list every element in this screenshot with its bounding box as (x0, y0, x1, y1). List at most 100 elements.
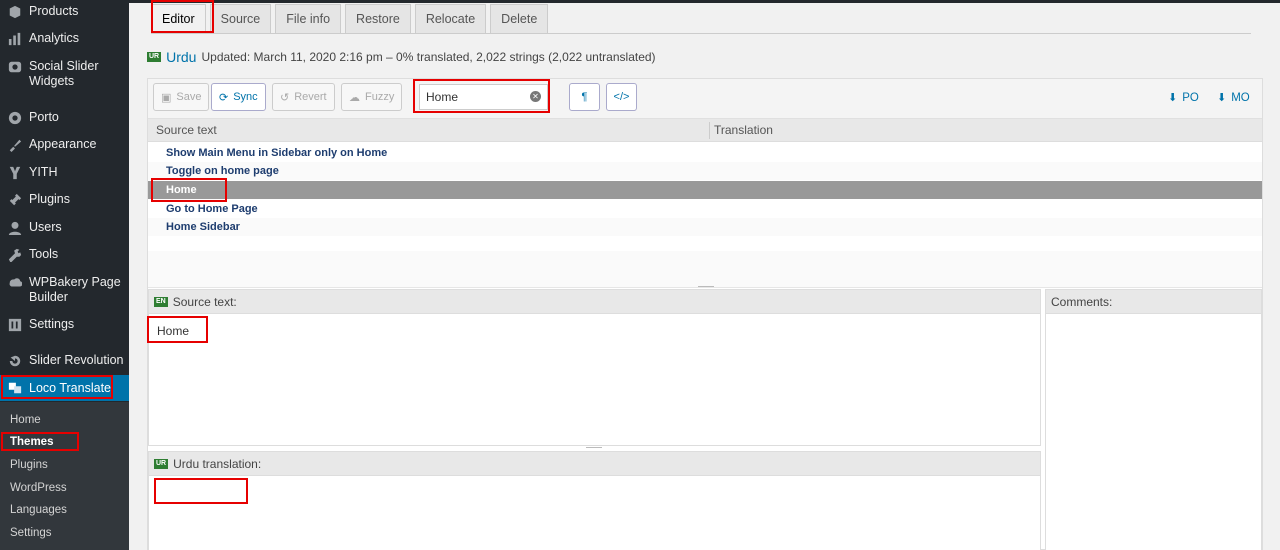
analytics-icon (7, 31, 22, 46)
submenu-item-home[interactable]: Home (0, 413, 129, 427)
settings-icon (7, 317, 22, 332)
clear-filter-icon[interactable]: ✕ (530, 91, 541, 102)
admin-bar-strip (129, 0, 1280, 3)
table-empty-area (148, 251, 1262, 287)
filter-input[interactable]: Home ✕ (419, 84, 548, 110)
sidebar-item-label: Products (29, 4, 79, 18)
porto-icon (7, 110, 22, 125)
submenu-item-themes[interactable]: Themes (0, 435, 129, 449)
sidebar-item-social-slider[interactable]: Social Slider Widgets (0, 59, 129, 89)
table-row[interactable]: Toggle on home page (148, 162, 1262, 180)
resize-grip[interactable] (586, 447, 602, 448)
source-text-pane: EN Source text: Home (148, 289, 1041, 446)
loco-translate-icon (7, 381, 22, 396)
sidebar-item-settings[interactable]: Settings (0, 317, 129, 332)
urdu-flag-icon: UR (147, 52, 162, 62)
admin-sidebar: Products Analytics Social Slider Widgets… (0, 0, 129, 550)
yith-icon (7, 165, 22, 180)
submenu-item-settings[interactable]: Settings (0, 526, 129, 540)
revert-icon: ↺ (280, 91, 290, 104)
english-flag-icon: EN (154, 296, 168, 307)
translation-editor: ▣ Save ⟳ Sync ↺ Revert ☁ Fuzzy Home ✕ ¶ </> (147, 78, 1263, 550)
tools-icon (7, 247, 22, 262)
sidebar-item-loco-translate[interactable]: Loco Translate (0, 375, 129, 401)
users-icon (7, 220, 22, 235)
sidebar-item-label: Plugins (29, 192, 70, 206)
fuzzy-button[interactable]: ☁ Fuzzy (341, 83, 403, 111)
translation-pane-label: Urdu translation: (173, 456, 262, 471)
save-button[interactable]: ▣ Save (153, 83, 210, 111)
submenu-item-languages[interactable]: Languages (0, 503, 129, 517)
sidebar-item-label: Loco Translate (29, 380, 111, 395)
sidebar-item-porto[interactable]: Porto (0, 110, 129, 125)
source-pane-header: EN Source text: (149, 290, 1040, 314)
table-row-selected[interactable]: Home (148, 181, 1262, 199)
sidebar-item-label: Porto (29, 110, 59, 124)
tab-source[interactable]: Source (209, 4, 272, 33)
sync-icon: ⟳ (219, 91, 229, 104)
table-row[interactable]: Home Sidebar (148, 218, 1262, 236)
grid-bottom-border (148, 287, 1262, 288)
plugins-icon (7, 192, 22, 207)
file-tabs: Editor Source File info Restore Relocate… (151, 4, 549, 33)
source-pane-label: Source text: (172, 294, 237, 309)
tabs-divider (151, 33, 1251, 34)
sidebar-item-label: Slider Revolution (29, 353, 124, 367)
sidebar-item-label: WPBakery Page Builder (29, 275, 121, 304)
sidebar-item-yith[interactable]: YITH (0, 165, 129, 180)
sync-button[interactable]: ⟳ Sync (211, 83, 266, 111)
cloud-icon: ☁ (349, 91, 360, 104)
sidebar-item-wpbakery[interactable]: WPBakery Page Builder (0, 275, 129, 305)
comments-pane: Comments: (1045, 289, 1262, 550)
products-icon (7, 4, 22, 19)
sidebar-item-label: Tools (29, 247, 59, 261)
source-text-value: Home (157, 324, 190, 338)
submenu-item-wordpress[interactable]: WordPress (0, 481, 129, 495)
sidebar-item-plugins[interactable]: Plugins (0, 192, 129, 207)
column-source-text[interactable]: Source text (156, 123, 217, 137)
tab-delete[interactable]: Delete (490, 4, 549, 33)
comments-label: Comments: (1051, 294, 1113, 309)
translation-textarea[interactable] (149, 476, 1040, 550)
column-divider[interactable] (709, 122, 710, 139)
urdu-flag-icon: UR (154, 458, 169, 469)
code-view-button[interactable]: </> (606, 83, 637, 111)
download-po-link[interactable]: ⬇ PO (1168, 91, 1199, 105)
save-icon: ▣ (161, 91, 172, 104)
submenu-item-plugins[interactable]: Plugins (0, 458, 129, 472)
table-row[interactable]: Go to Home Page (148, 200, 1262, 218)
invisibles-button[interactable]: ¶ (569, 83, 600, 111)
download-icon: ⬇ (1217, 92, 1227, 104)
wpbakery-icon (7, 275, 22, 290)
sidebar-item-tools[interactable]: Tools (0, 247, 129, 262)
grid-header: Source text Translation (148, 119, 1262, 142)
code-icon: </> (613, 91, 630, 103)
locale-name-link[interactable]: Urdu (166, 49, 196, 65)
locale-info: UR Urdu Updated: March 11, 2020 2:16 pm … (147, 49, 656, 65)
tab-relocate[interactable]: Relocate (414, 4, 487, 33)
column-translation[interactable]: Translation (714, 123, 773, 137)
social-slider-icon (7, 59, 22, 74)
translation-pane-header: UR Urdu translation: (149, 452, 1040, 476)
editor-toolbar: ▣ Save ⟳ Sync ↺ Revert ☁ Fuzzy Home ✕ ¶ </> (148, 79, 1262, 119)
tab-editor[interactable]: Editor (151, 4, 206, 33)
resize-grip[interactable] (698, 286, 714, 287)
sidebar-item-label: Appearance (29, 137, 97, 151)
sidebar-item-label: Social Slider Widgets (29, 59, 99, 88)
tab-file-info[interactable]: File info (275, 4, 342, 33)
slider-revolution-icon (7, 353, 22, 368)
sidebar-item-label: Settings (29, 317, 75, 331)
locale-summary: Updated: March 11, 2020 2:16 pm – 0% tra… (201, 50, 656, 64)
appearance-icon (7, 137, 22, 152)
sidebar-item-label: YITH (29, 165, 58, 179)
sidebar-item-products[interactable]: Products (0, 4, 129, 19)
sidebar-item-users[interactable]: Users (0, 220, 129, 235)
download-icon: ⬇ (1168, 92, 1178, 104)
tab-restore[interactable]: Restore (345, 4, 411, 33)
sidebar-item-analytics[interactable]: Analytics (0, 31, 129, 46)
sidebar-item-slider-revolution[interactable]: Slider Revolution (0, 353, 129, 368)
revert-button[interactable]: ↺ Revert (272, 83, 335, 111)
table-row[interactable]: Show Main Menu in Sidebar only on Home (148, 144, 1262, 162)
download-mo-link[interactable]: ⬇ MO (1217, 91, 1250, 105)
sidebar-item-appearance[interactable]: Appearance (0, 137, 129, 152)
